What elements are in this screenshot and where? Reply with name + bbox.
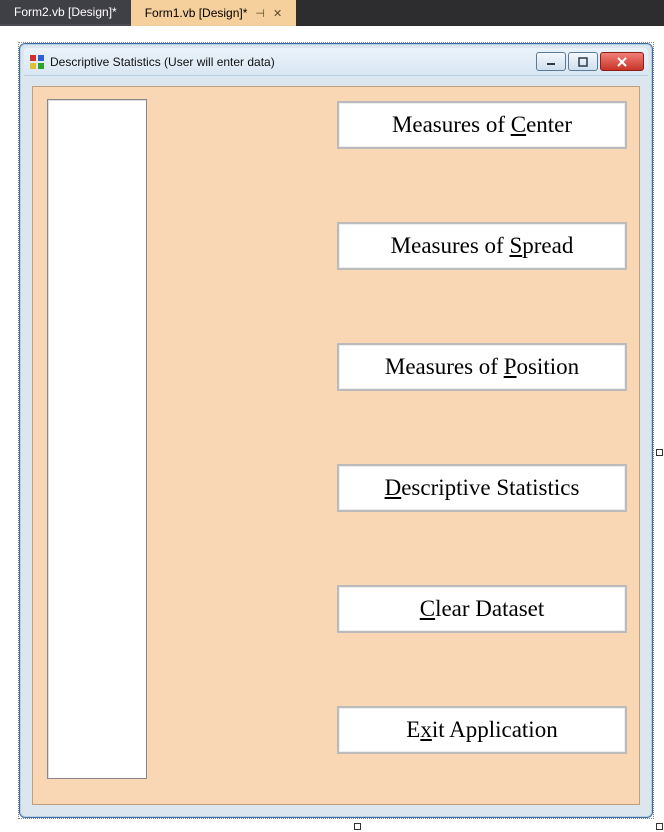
- form-selection-outline: Descriptive Statistics (User will enter …: [18, 42, 654, 819]
- data-listbox[interactable]: [47, 99, 147, 779]
- button-column: Measures of Center Measures of Spread Me…: [337, 101, 627, 754]
- window-titlebar[interactable]: Descriptive Statistics (User will enter …: [24, 48, 648, 76]
- resize-handle-right[interactable]: [656, 449, 663, 456]
- measures-of-position-button[interactable]: Measures of Position: [337, 343, 627, 391]
- button-label: Clear Dataset: [420, 596, 545, 622]
- window-title: Descriptive Statistics (User will enter …: [50, 55, 536, 69]
- pin-icon[interactable]: ⊣: [255, 7, 265, 20]
- button-label: Measures of Position: [385, 354, 579, 380]
- clear-dataset-button[interactable]: Clear Dataset: [337, 585, 627, 633]
- form-client-area[interactable]: Measures of Center Measures of Spread Me…: [32, 86, 640, 805]
- button-label: Descriptive Statistics: [385, 475, 580, 501]
- close-icon: [615, 56, 629, 68]
- winform-window[interactable]: Descriptive Statistics (User will enter …: [19, 43, 653, 818]
- button-label: Measures of Spread: [391, 233, 574, 259]
- tab-form2[interactable]: Form2.vb [Design]*: [0, 0, 131, 26]
- tab-label: Form1.vb [Design]*: [145, 6, 248, 20]
- minimize-icon: [545, 57, 557, 67]
- measures-of-spread-button[interactable]: Measures of Spread: [337, 222, 627, 270]
- maximize-button[interactable]: [568, 52, 598, 71]
- resize-handle-bottom[interactable]: [354, 823, 361, 830]
- close-button[interactable]: [600, 52, 644, 71]
- app-icon: [30, 55, 44, 69]
- tab-form1[interactable]: Form1.vb [Design]* ⊣ ✕: [131, 0, 297, 26]
- exit-application-button[interactable]: Exit Application: [337, 706, 627, 754]
- descriptive-statistics-button[interactable]: Descriptive Statistics: [337, 464, 627, 512]
- resize-handle-corner[interactable]: [656, 823, 663, 830]
- close-icon[interactable]: ✕: [273, 7, 282, 20]
- document-tab-bar: Form2.vb [Design]* Form1.vb [Design]* ⊣ …: [0, 0, 664, 26]
- measures-of-center-button[interactable]: Measures of Center: [337, 101, 627, 149]
- maximize-icon: [577, 57, 589, 67]
- tab-label: Form2.vb [Design]*: [14, 5, 117, 19]
- minimize-button[interactable]: [536, 52, 566, 71]
- window-button-group: [536, 52, 644, 71]
- button-label: Exit Application: [406, 717, 557, 743]
- designer-surface[interactable]: Descriptive Statistics (User will enter …: [0, 26, 664, 832]
- button-label: Measures of Center: [392, 112, 572, 138]
